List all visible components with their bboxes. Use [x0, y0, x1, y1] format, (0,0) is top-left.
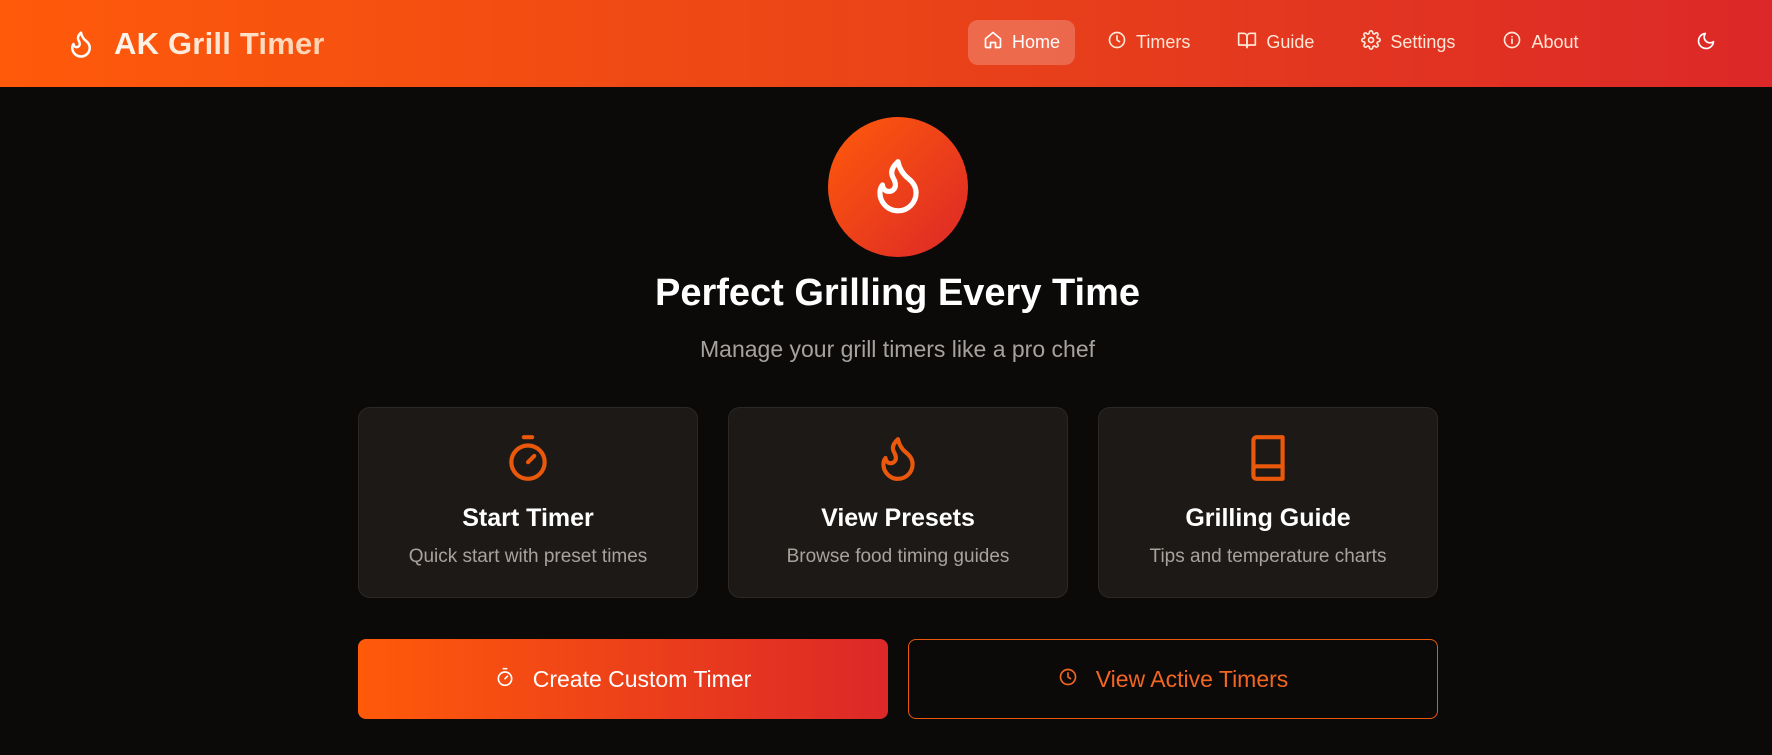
card-title: View Presets — [821, 504, 975, 532]
card-description: Tips and temperature charts — [1149, 546, 1387, 567]
nav-item-settings[interactable]: Settings — [1346, 20, 1470, 65]
top-nav-bar: AK Grill Timer Home Timers Guide Setting… — [0, 0, 1772, 87]
theme-toggle-button[interactable] — [1694, 31, 1718, 55]
nav-item-label: Timers — [1136, 32, 1191, 52]
action-buttons: Create Custom Timer View Active Timers — [358, 639, 1438, 719]
nav-item-timers[interactable]: Timers — [1092, 20, 1205, 65]
stopwatch-icon — [495, 666, 515, 693]
card-description: Quick start with preset times — [408, 546, 648, 567]
flame-icon — [867, 149, 929, 226]
card-start-timer[interactable]: Start Timer Quick start with preset time… — [358, 407, 698, 598]
page-title: Perfect Grilling Every Time — [654, 272, 1141, 314]
card-view-presets[interactable]: View Presets Browse food timing guides — [728, 407, 1068, 598]
nav-item-label: About — [1531, 32, 1579, 52]
stopwatch-icon — [502, 430, 554, 486]
nav-item-label: Settings — [1390, 32, 1456, 52]
main-nav: Home Timers Guide Settings About — [968, 20, 1610, 65]
moon-icon — [1696, 31, 1716, 56]
clock-icon — [1058, 666, 1078, 693]
brand[interactable]: AK Grill Timer — [66, 0, 325, 87]
button-label: Create Custom Timer — [532, 665, 752, 692]
nav-item-label: Home — [1012, 32, 1061, 52]
nav-item-home[interactable]: Home — [968, 20, 1076, 65]
card-grilling-guide[interactable]: Grilling Guide Tips and temperature char… — [1098, 407, 1438, 598]
gear-icon — [1361, 30, 1382, 55]
button-label: View Active Timers — [1095, 665, 1289, 692]
page-subtitle: Manage your grill timers like a pro chef — [700, 336, 1095, 362]
clock-icon — [1107, 30, 1127, 55]
feature-cards: Start Timer Quick start with preset time… — [358, 407, 1438, 598]
create-custom-timer-button[interactable]: Create Custom Timer — [358, 639, 888, 719]
nav-item-label: Guide — [1266, 32, 1315, 52]
hero-logo — [828, 117, 968, 257]
home-icon — [983, 30, 1003, 55]
book-open-icon — [1237, 30, 1257, 55]
nav-item-about[interactable]: About — [1487, 20, 1593, 65]
nav-item-guide[interactable]: Guide — [1222, 20, 1329, 65]
card-description: Browse food timing guides — [786, 546, 1010, 567]
app-title: AK Grill Timer — [114, 25, 325, 61]
view-active-timers-button[interactable]: View Active Timers — [908, 639, 1438, 719]
flame-icon — [872, 430, 924, 486]
card-title: Grilling Guide — [1185, 504, 1351, 532]
info-icon — [1502, 30, 1522, 55]
book-icon — [1242, 430, 1294, 486]
card-title: Start Timer — [462, 504, 594, 532]
flame-icon — [66, 25, 100, 63]
